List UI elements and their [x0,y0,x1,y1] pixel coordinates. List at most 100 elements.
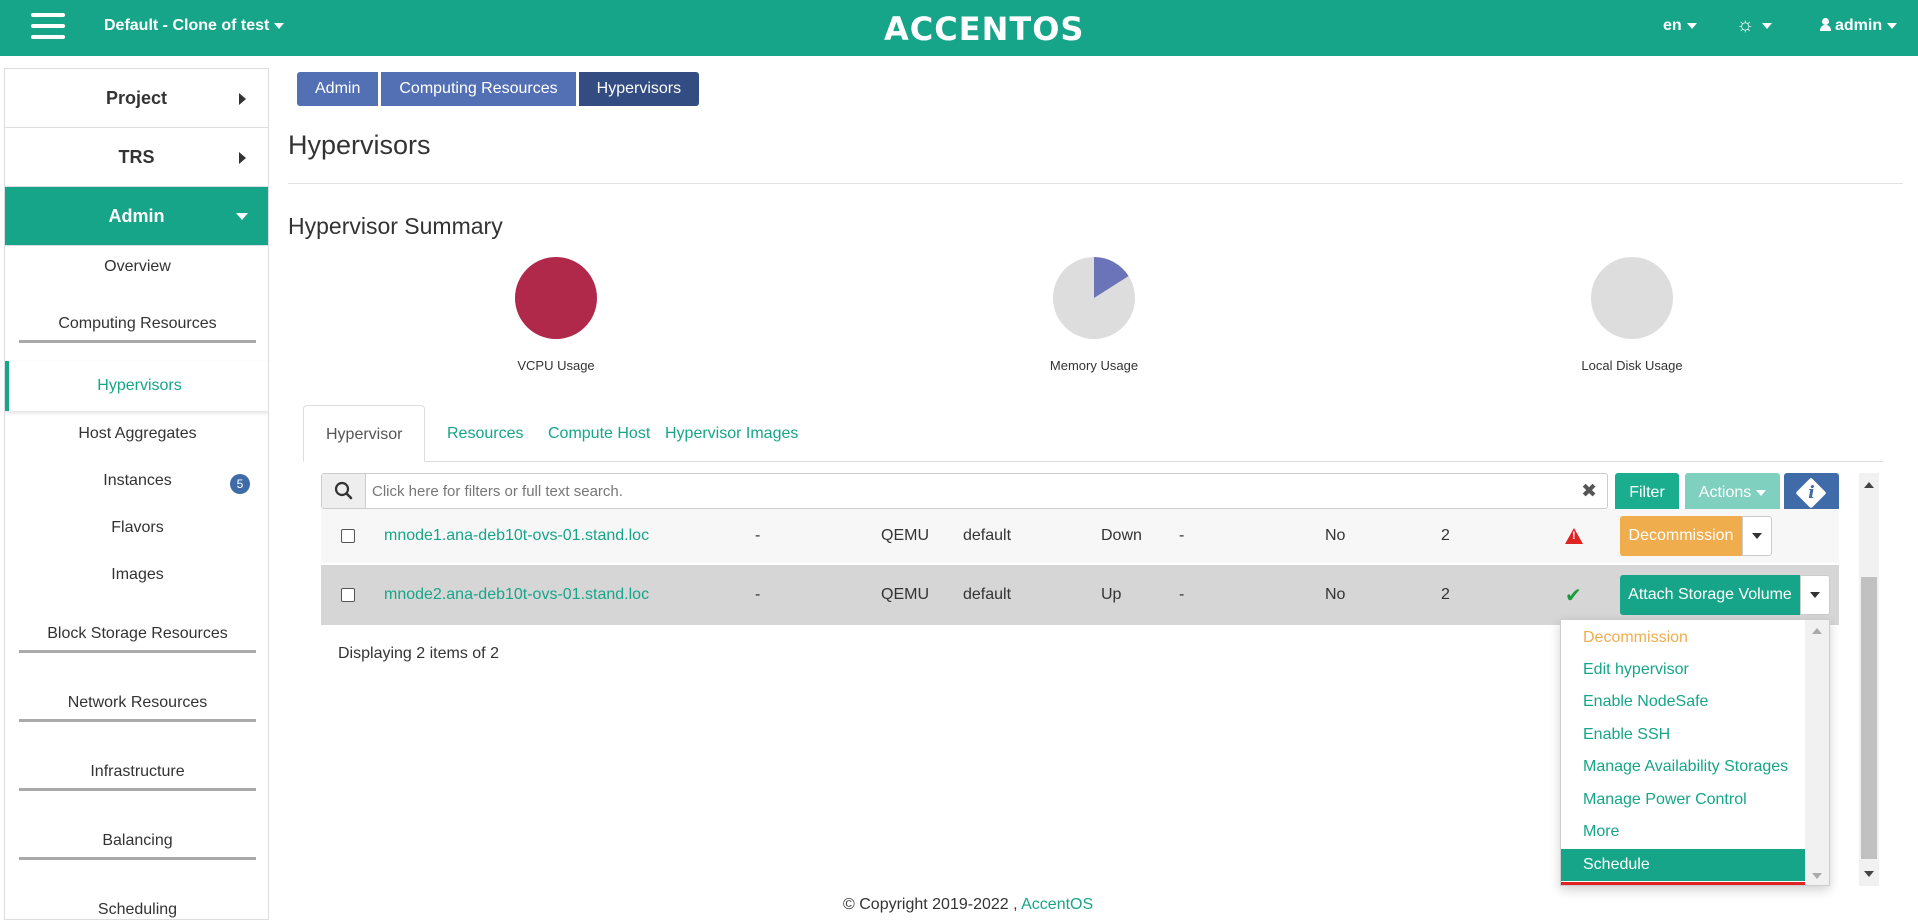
sidebar-item-scheduling[interactable]: Scheduling [5,901,268,919]
search-icon [334,481,353,500]
clear-search-icon[interactable]: ✖ [1581,480,1597,503]
user-menu[interactable]: admin [1820,17,1898,35]
cell-type: QEMU [881,586,929,603]
pie-used-slice [515,257,597,339]
info-button[interactable]: i [1784,473,1839,513]
sidebar-item-network-resources[interactable]: Network Resources [5,694,268,722]
sidebar-item-instances[interactable]: Instances 5 [5,472,268,494]
cell: - [755,586,761,603]
row-checkbox[interactable] [341,529,355,543]
sidebar-item-images[interactable]: Images [5,566,268,584]
tab-hypervisor[interactable]: Hypervisor [303,405,426,462]
vcpu-usage-chart: VCPU Usage [456,256,656,373]
chevron-down-icon [1762,22,1773,29]
sidebar-section-trs[interactable]: TRS [5,128,268,187]
sidebar-item-flavors[interactable]: Flavors [5,519,268,537]
sidebar-section-admin[interactable]: Admin [5,187,268,246]
caret-right-icon [239,152,246,164]
accentos-link[interactable]: AccentOS [1021,896,1093,913]
cell: No [1325,586,1346,603]
row-actions-dropdown: Decommission Edit hypervisor Enable Node… [1560,619,1830,886]
tab-hypervisor-images[interactable]: Hypervisor Images [643,405,820,462]
filter-button[interactable]: Filter [1615,473,1679,513]
vcpu-usage-pie [515,257,597,339]
search-button[interactable] [322,474,366,508]
decommission-button[interactable]: Decommission [1620,516,1742,556]
cell: - [1179,586,1185,603]
menu-item-manage-power-control[interactable]: Manage Power Control [1561,784,1806,816]
caret-down-icon [236,213,248,220]
username: admin [1835,17,1883,34]
cell: - [755,527,761,544]
search-bar: ✖ [321,473,1608,509]
caret-right-icon [239,93,246,105]
sidebar-section-label: TRS [118,146,155,167]
chart-label: Local Disk Usage [1581,358,1683,373]
breadcrumb-hypervisors: Hypervisors [578,72,700,106]
sun-icon: ☼ [1736,14,1755,36]
chevron-down-icon [1752,533,1762,539]
sidebar-item-block-storage-resources[interactable]: Block Storage Resources [5,625,268,653]
project-name: Default - Clone of test [104,17,270,34]
divider [288,183,1903,184]
page-footer: © Copyright 2019-2022 , AccentOS [843,896,1093,914]
cell: - [1179,527,1185,544]
row-checkbox[interactable] [341,588,355,602]
copyright-text: © Copyright 2019-2022 , [843,896,1018,913]
sidebar-item-balancing[interactable]: Balancing [5,832,268,860]
summary-title: Hypervisor Summary [288,213,503,239]
menu-item-danger-partial[interactable] [1561,882,1806,885]
scroll-up-icon[interactable] [1864,482,1874,488]
cell-zone: default [963,586,1012,603]
scroll-up-icon[interactable] [1812,628,1822,634]
cell-state: Up [1101,586,1122,603]
scrollbar-thumb[interactable] [1861,577,1877,859]
sidebar-item-overview[interactable]: Overview [5,258,268,276]
hostname-link[interactable]: mnode2.ana-deb10t-ovs-01.stand.loc [384,586,649,604]
attach-storage-volume-button[interactable]: Attach Storage Volume [1620,575,1800,615]
local-disk-usage-pie [1591,257,1673,339]
scroll-down-icon[interactable] [1864,871,1874,877]
row-checkbox-cell [341,565,355,625]
breadcrumb-admin[interactable]: Admin [297,72,379,106]
sidebar-section-project[interactable]: Project [5,69,268,128]
page-title: Hypervisors [288,130,431,160]
menu-item-more[interactable]: More [1561,816,1806,848]
menu-item-enable-nodesafe[interactable]: Enable NodeSafe [1561,686,1806,718]
user-icon [1820,18,1831,31]
menu-toggle-icon[interactable] [31,13,65,43]
info-glyph: i [1808,483,1815,503]
sidebar-item-host-aggregates[interactable]: Host Aggregates [5,425,268,443]
sidebar-item-infrastructure[interactable]: Infrastructure [5,763,268,791]
menu-item-edit-hypervisor[interactable]: Edit hypervisor [1561,654,1806,686]
row-actions-toggle[interactable] [1742,516,1772,556]
cell: 2 [1441,527,1450,544]
logo: ACCENTOS [884,10,1085,48]
chevron-down-icon [274,22,285,29]
row-actions-toggle[interactable] [1800,575,1830,615]
chevron-down-icon [1756,489,1767,496]
sidebar-section-label: Admin [108,205,165,226]
menu-item-schedule[interactable]: Schedule [1561,849,1806,881]
actions-label: Actions [1698,484,1752,501]
breadcrumb-computing-resources[interactable]: Computing Resources [381,72,576,106]
sidebar-item-hypervisors[interactable]: Hypervisors [5,361,268,411]
hypervisor-hostname: mnode1.ana-deb10t-ovs-01.stand.loc [384,509,649,563]
project-selector[interactable]: Default - Clone of test [104,17,285,35]
menu-item-manage-availability-storages[interactable]: Manage Availability Storages [1561,751,1806,783]
dropdown-scrollbar[interactable] [1805,620,1829,885]
warning-icon [1565,528,1583,544]
theme-selector[interactable]: ☼ [1736,14,1773,37]
search-input[interactable] [372,474,1552,508]
menu-item-enable-ssh[interactable]: Enable SSH [1561,719,1806,751]
memory-usage-pie [1053,257,1135,339]
hostname-link[interactable]: mnode1.ana-deb10t-ovs-01.stand.loc [384,527,649,545]
check-icon: ✔ [1565,584,1582,607]
sidebar-item-computing-resources[interactable]: Computing Resources [5,315,268,343]
menu-item-decommission[interactable]: Decommission [1561,622,1806,654]
language-selector[interactable]: en [1663,17,1697,35]
scroll-down-icon[interactable] [1812,873,1822,879]
table-scrollbar[interactable] [1859,473,1879,886]
table-row: mnode1.ana-deb10t-ovs-01.stand.loc - QEM… [321,509,1839,563]
actions-button[interactable]: Actions [1685,473,1780,513]
